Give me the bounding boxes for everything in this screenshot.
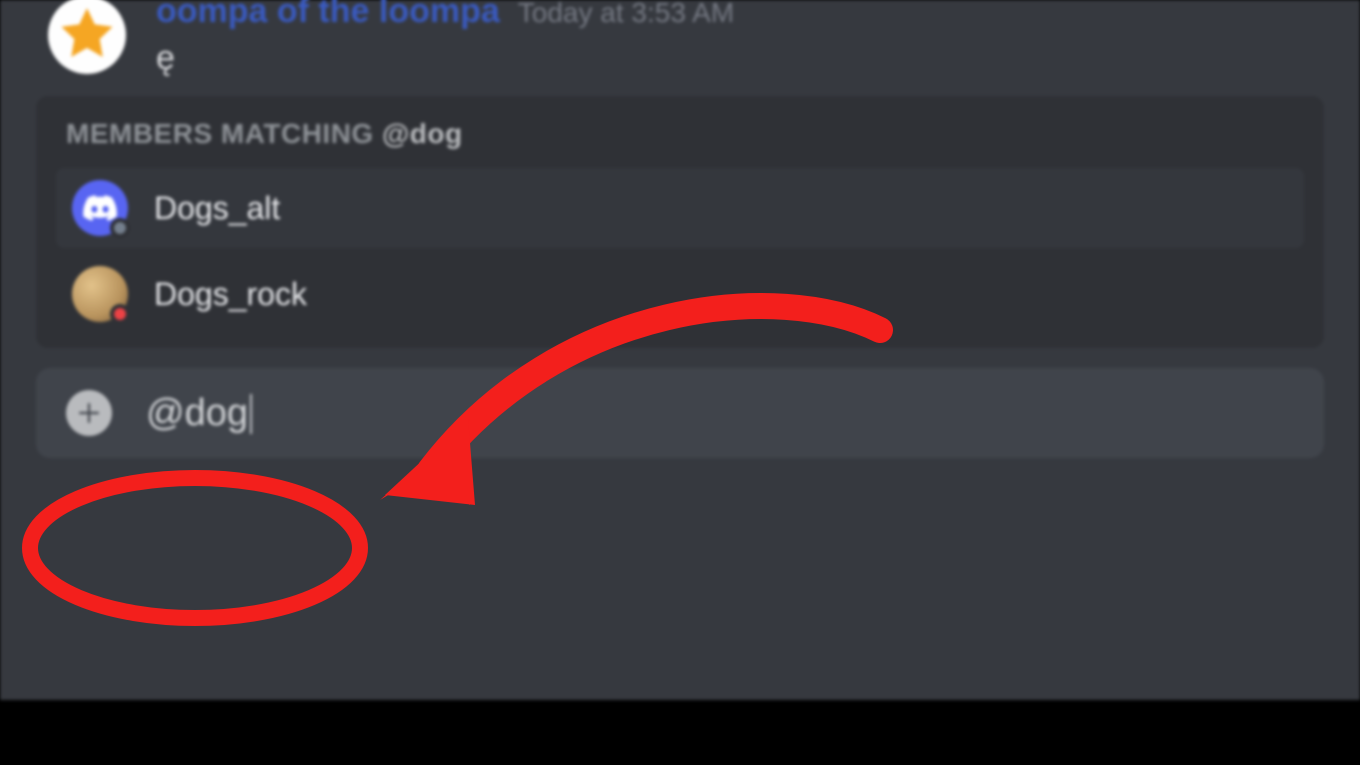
- discord-logo-icon: [83, 195, 117, 221]
- add-attachment-button[interactable]: [66, 390, 112, 436]
- status-dnd-icon: [110, 304, 130, 324]
- member-name: Dogs_rock: [154, 276, 307, 313]
- plus-icon: [76, 400, 102, 426]
- message-composer[interactable]: @dog: [36, 368, 1324, 458]
- message-body: oompa of the loompa Today at 3:53 AM ę: [126, 0, 734, 78]
- autocomplete-header-label: MEMBERS MATCHING: [66, 118, 374, 149]
- autocomplete-member-item[interactable]: Dogs_rock: [56, 254, 1304, 334]
- mention-autocomplete-panel: MEMBERS MATCHING @dog Dogs_alt Dogs_rock: [36, 96, 1324, 348]
- autocomplete-query: @dog: [382, 118, 463, 149]
- message-timestamp: Today at 3:53 AM: [518, 0, 734, 29]
- member-name: Dogs_alt: [154, 190, 280, 227]
- autocomplete-header: MEMBERS MATCHING @dog: [56, 118, 1304, 168]
- star-icon: [56, 4, 118, 66]
- message-input-value: @dog: [146, 392, 248, 434]
- discord-chat-frame: oompa of the loompa Today at 3:53 AM ę M…: [0, 0, 1360, 700]
- message-content: ę: [156, 39, 734, 78]
- status-offline-icon: [110, 218, 130, 238]
- message-input[interactable]: @dog: [146, 392, 252, 435]
- autocomplete-list: Dogs_alt Dogs_rock: [56, 168, 1304, 334]
- chat-message: oompa of the loompa Today at 3:53 AM ę: [0, 0, 1360, 78]
- text-cursor: [250, 394, 252, 434]
- message-avatar[interactable]: [48, 0, 126, 74]
- member-avatar: [72, 266, 128, 322]
- member-avatar: [72, 180, 128, 236]
- message-author[interactable]: oompa of the loompa: [156, 0, 500, 28]
- autocomplete-member-item[interactable]: Dogs_alt: [56, 168, 1304, 248]
